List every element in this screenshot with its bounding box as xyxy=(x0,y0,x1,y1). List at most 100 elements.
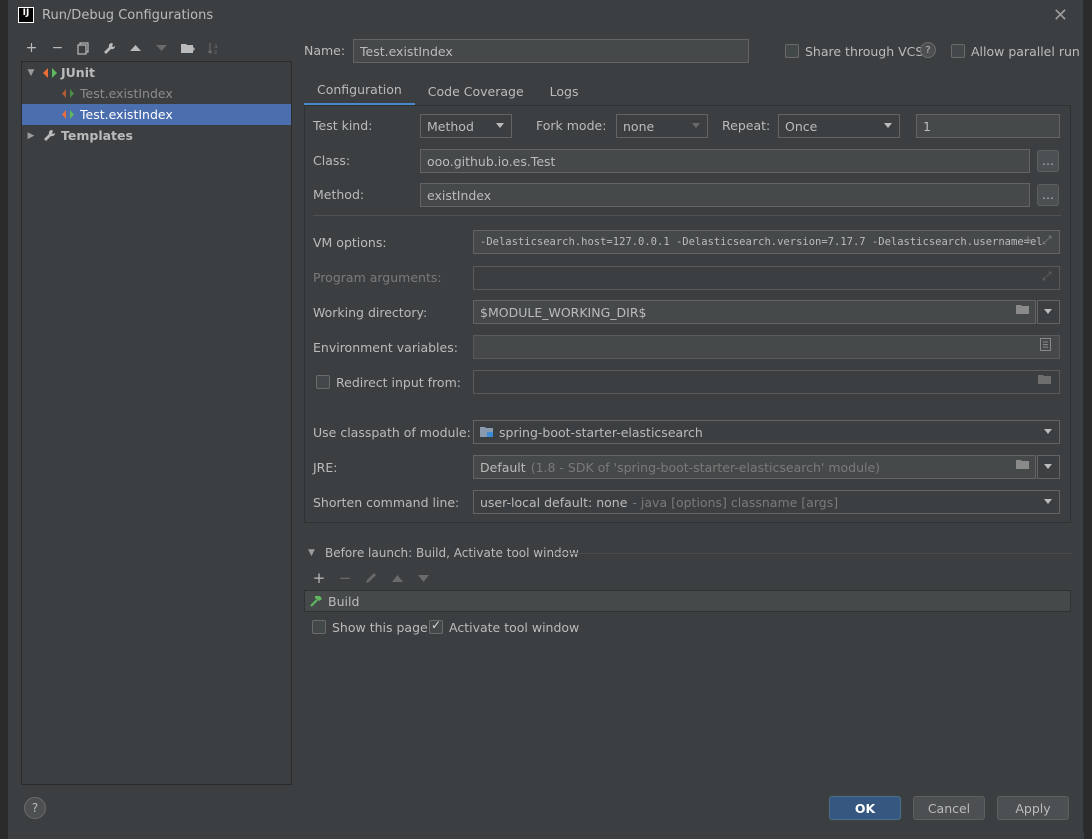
activate-tool-window-checkbox[interactable] xyxy=(429,618,443,634)
tree-node-junit[interactable]: ▼ JUnit xyxy=(22,62,291,83)
repeat-count-input[interactable]: 1 xyxy=(916,114,1060,138)
test-kind-label: Test kind: xyxy=(313,118,373,133)
name-input[interactable]: Test.existIndex xyxy=(353,39,749,63)
chevron-down-icon xyxy=(692,123,700,128)
separator xyxy=(313,215,1061,216)
folder-icon[interactable] xyxy=(1016,459,1030,473)
repeat-select[interactable]: Once xyxy=(778,114,900,138)
chevron-down-icon xyxy=(1044,309,1052,314)
show-page-label: Show this page xyxy=(332,620,428,635)
chevron-down-icon xyxy=(1044,429,1052,434)
browse-method-button[interactable]: … xyxy=(1037,184,1059,206)
expand-icon[interactable]: ⤢ xyxy=(1042,233,1052,248)
redirect-input-field[interactable] xyxy=(473,370,1060,394)
env-vars-label: Environment variables: xyxy=(313,340,458,355)
background-editor-right xyxy=(1084,0,1092,839)
add-icon[interactable]: + xyxy=(311,569,327,587)
repeat-value: Once xyxy=(785,118,818,134)
tree-label-junit: JUnit xyxy=(61,65,95,80)
move-down-icon[interactable] xyxy=(415,574,431,582)
program-args-input[interactable] xyxy=(473,266,1060,290)
move-up-icon[interactable] xyxy=(126,39,145,58)
classpath-value: spring-boot-starter-elasticsearch xyxy=(499,424,703,440)
window-title: Run/Debug Configurations xyxy=(42,7,214,23)
method-label: Method: xyxy=(313,187,365,202)
test-kind-select[interactable]: Method xyxy=(420,114,512,138)
tab-logs[interactable]: Logs xyxy=(537,76,592,106)
chevron-down-icon xyxy=(884,123,892,128)
jre-value: Default xyxy=(480,459,526,475)
tab-code-coverage[interactable]: Code Coverage xyxy=(415,76,537,106)
svg-text:z: z xyxy=(214,49,217,55)
add-icon[interactable]: + xyxy=(22,39,41,58)
folder-icon[interactable] xyxy=(1016,304,1030,318)
chevron-down-icon xyxy=(496,123,504,128)
class-input[interactable]: ooo.github.io.es.Test xyxy=(420,149,1030,173)
browse-class-button[interactable]: … xyxy=(1037,150,1059,172)
shorten-cmd-hint: - java [options] classname [args] xyxy=(632,494,839,510)
apply-button[interactable]: Apply xyxy=(997,796,1069,820)
help-icon[interactable]: ? xyxy=(920,42,936,58)
tree-label-test-1: Test.existIndex xyxy=(80,86,173,101)
move-up-icon[interactable] xyxy=(389,574,405,582)
module-folder-icon xyxy=(480,426,494,438)
jre-input[interactable]: Default (1.8 - SDK of 'spring-boot-start… xyxy=(473,455,1036,479)
tab-bar: Configuration Code Coverage Logs xyxy=(304,76,592,106)
sort-icon[interactable]: az xyxy=(204,39,223,58)
collapse-arrow-icon[interactable]: ▶ xyxy=(25,131,37,141)
shorten-cmd-select[interactable]: user-local default: none - java [options… xyxy=(473,490,1060,514)
tree-item-test-existindex-1[interactable]: Test.existIndex xyxy=(22,83,291,104)
list-icon[interactable] xyxy=(1040,338,1051,354)
build-label: Build xyxy=(328,593,360,609)
tree-item-test-existindex-2[interactable]: Test.existIndex xyxy=(22,104,291,125)
intellij-logo-icon: IJ xyxy=(18,7,34,23)
fork-mode-value: none xyxy=(623,118,655,134)
fork-mode-select[interactable]: none xyxy=(616,114,708,138)
working-dir-input[interactable]: $MODULE_WORKING_DIR$ xyxy=(473,300,1036,324)
method-input[interactable]: existIndex xyxy=(420,183,1030,207)
help-button[interactable]: ? xyxy=(24,797,46,819)
separator xyxy=(554,553,1071,554)
redirect-input-checkbox[interactable] xyxy=(316,375,330,389)
copy-icon[interactable] xyxy=(74,39,93,58)
wrench-icon[interactable] xyxy=(100,39,119,58)
classpath-label: Use classpath of module: xyxy=(313,425,471,440)
classpath-select[interactable]: spring-boot-starter-elasticsearch xyxy=(473,420,1060,444)
working-dir-dropdown[interactable] xyxy=(1037,300,1060,324)
collapse-arrow-icon[interactable]: ▼ xyxy=(308,548,315,558)
tab-configuration[interactable]: Configuration xyxy=(304,76,415,106)
activate-tool-window-label: Activate tool window xyxy=(449,620,580,635)
shorten-cmd-value: user-local default: none xyxy=(480,494,628,510)
expand-arrow-icon[interactable]: ▼ xyxy=(25,68,37,78)
cancel-button[interactable]: Cancel xyxy=(913,796,985,820)
remove-icon[interactable]: − xyxy=(337,569,353,587)
class-label: Class: xyxy=(313,153,351,168)
before-launch-list-item[interactable]: Build xyxy=(304,590,1071,612)
edit-icon[interactable] xyxy=(363,572,379,584)
tree-node-templates[interactable]: ▶ Templates xyxy=(22,125,291,146)
folder-icon[interactable] xyxy=(1038,374,1052,388)
before-launch-title: Before launch: Build, Activate tool wind… xyxy=(325,546,579,560)
name-label: Name: xyxy=(304,43,346,58)
remove-icon[interactable]: − xyxy=(48,39,67,58)
jre-label: JRE: xyxy=(313,460,338,475)
show-page-checkbox[interactable] xyxy=(312,620,326,634)
expand-icon[interactable]: ⤢ xyxy=(1042,269,1052,284)
close-icon[interactable]: ✕ xyxy=(1053,5,1068,26)
ok-button[interactable]: OK xyxy=(829,796,901,820)
jre-dropdown[interactable] xyxy=(1037,455,1060,479)
program-args-label: Program arguments: xyxy=(313,270,442,285)
redirect-input-label: Redirect input from: xyxy=(336,375,461,390)
env-vars-input[interactable] xyxy=(473,335,1060,359)
chevron-down-icon xyxy=(1044,464,1052,469)
repeat-label: Repeat: xyxy=(722,118,771,133)
share-vcs-checkbox[interactable] xyxy=(785,44,799,58)
allow-parallel-checkbox[interactable] xyxy=(951,44,965,58)
share-vcs-label: Share through VCS xyxy=(805,44,924,59)
folder-add-icon[interactable] xyxy=(178,39,197,58)
background-editor-left xyxy=(0,0,8,839)
insert-macro-icon[interactable]: + xyxy=(1023,233,1033,247)
vm-options-input[interactable]: -Delasticsearch.host=127.0.0.1 -Delastic… xyxy=(473,230,1060,254)
hammer-icon xyxy=(309,594,323,608)
move-down-icon[interactable] xyxy=(152,39,171,58)
